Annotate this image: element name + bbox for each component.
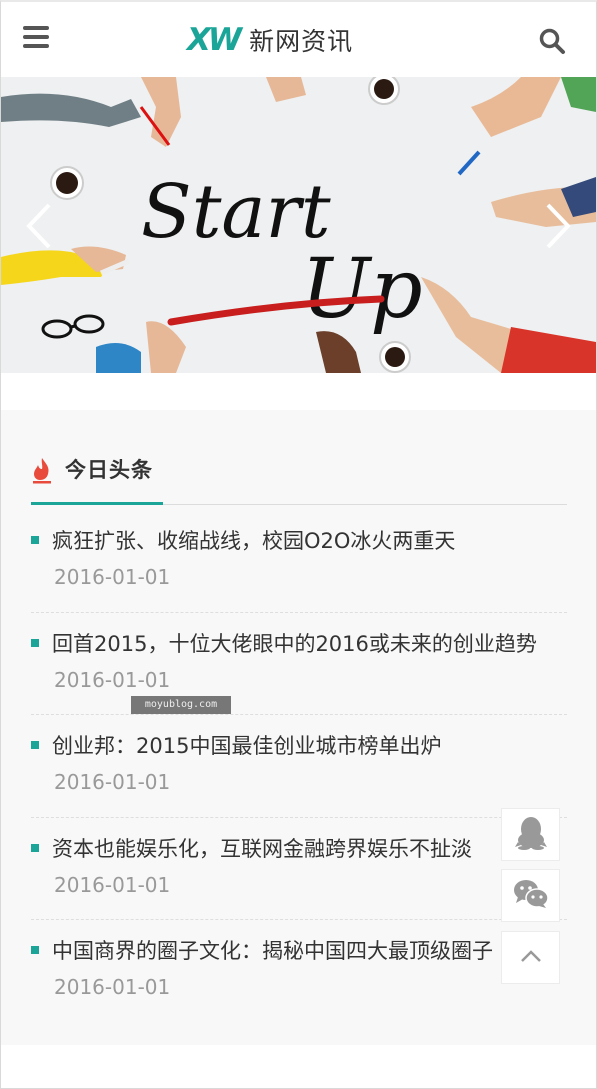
square-bullet-icon xyxy=(31,638,39,647)
news-date: 2016-01-01 xyxy=(54,667,171,692)
top-header: XW 新网资讯 xyxy=(1,2,596,77)
square-bullet-icon xyxy=(31,741,39,749)
wechat-button[interactable] xyxy=(501,869,560,922)
back-to-top-button[interactable] xyxy=(501,931,560,984)
qq-button[interactable] xyxy=(501,808,560,861)
list-item: 资本也能娱乐化，互联网金融跨界娱乐不扯淡 2016-01-01 xyxy=(31,818,567,920)
news-title-link[interactable]: 中国商界的圈子文化：揭秘中国四大最顶级圈子 xyxy=(52,936,562,966)
list-item: 回首2015，十位大佬眼中的2016或未来的创业趋势 2016-01-01 xyxy=(31,613,567,715)
svg-text:Up: Up xyxy=(301,242,423,337)
news-title-link[interactable]: 疯狂扩张、收缩战线，校园O2O冰火两重天 xyxy=(52,526,562,556)
news-date: 2016-01-01 xyxy=(54,872,171,897)
section-tab: 今日头条 xyxy=(31,450,163,505)
search-icon[interactable] xyxy=(538,27,566,55)
square-bullet-icon xyxy=(31,946,39,954)
section-header: 今日头条 xyxy=(31,450,567,505)
list-item: 中国商界的圈子文化：揭秘中国四大最顶级圈子 2016-01-01 xyxy=(31,920,567,1023)
news-title-link[interactable]: 创业邦：2015中国最佳创业城市榜单出炉 xyxy=(52,731,562,761)
chevron-right-icon[interactable] xyxy=(540,201,576,251)
news-list: 疯狂扩张、收缩战线，校园O2O冰火两重天 2016-01-01 回首2015，十… xyxy=(31,510,567,1023)
news-title-link[interactable]: 回首2015，十位大佬眼中的2016或未来的创业趋势 xyxy=(52,629,562,659)
square-bullet-icon xyxy=(31,536,39,544)
square-bullet-icon xyxy=(31,843,39,852)
fire-icon xyxy=(31,456,53,484)
news-title-link[interactable]: 资本也能娱乐化，互联网金融跨界娱乐不扯淡 xyxy=(52,834,562,864)
chevron-up-icon xyxy=(520,948,542,967)
list-item: 创业邦：2015中国最佳创业城市榜单出炉 2016-01-01 xyxy=(31,715,567,818)
watermark: moyublog.com xyxy=(131,696,231,714)
page-frame: XW 新网资讯 Start Up 今日头条 疯狂扩张、收缩战线，校园O2O冰火两… xyxy=(0,0,597,1089)
logo-mark: XW xyxy=(187,22,242,58)
banner-slider[interactable]: Start Up xyxy=(1,77,596,373)
chevron-left-icon[interactable] xyxy=(21,201,57,251)
logo-text: 新网资讯 xyxy=(249,27,354,56)
hamburger-menu-icon[interactable] xyxy=(23,26,51,52)
section-title: 今日头条 xyxy=(65,458,153,482)
news-date: 2016-01-01 xyxy=(54,975,171,999)
site-logo[interactable]: XW 新网资讯 xyxy=(187,22,353,58)
list-item: 疯狂扩张、收缩战线，校园O2O冰火两重天 2016-01-01 xyxy=(31,510,567,613)
qq-penguin-icon xyxy=(514,816,547,854)
news-date: 2016-01-01 xyxy=(54,565,171,589)
wechat-icon xyxy=(513,879,549,913)
start-up-hands-illustration: Start Up xyxy=(1,77,596,373)
news-date: 2016-01-01 xyxy=(54,770,171,794)
